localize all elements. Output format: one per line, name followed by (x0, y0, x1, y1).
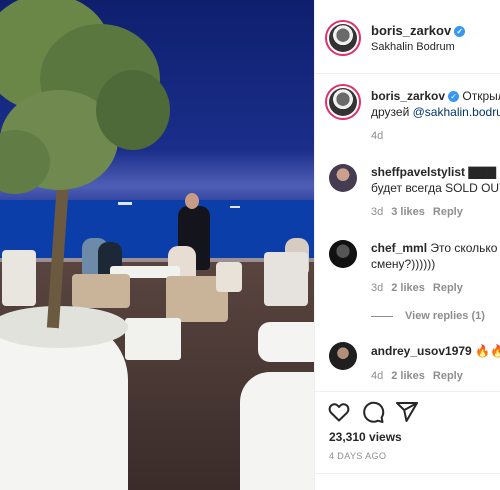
verified-badge-icon: ✓ (448, 91, 460, 103)
boat (230, 206, 240, 208)
post-actions: 23,310 views 4 DAYS AGO (315, 391, 500, 490)
caption: boris_zarkov✓ Открыл (371, 88, 500, 104)
view-replies-button[interactable]: View replies (1) (371, 310, 485, 322)
planter (258, 322, 314, 362)
chair (264, 252, 308, 306)
dining-table (125, 318, 181, 360)
post-date[interactable]: 4 DAYS AGO (329, 451, 386, 461)
comment-likes[interactable]: 2 likes (391, 282, 425, 294)
chair (216, 262, 242, 292)
author-avatar[interactable] (325, 20, 361, 56)
commenter-avatar[interactable] (329, 342, 357, 370)
heart-icon[interactable] (327, 400, 351, 424)
share-icon[interactable] (395, 400, 419, 424)
comment-icon[interactable] (361, 400, 385, 424)
comment-likes[interactable]: 3 likes (391, 206, 425, 218)
comment-time[interactable]: 3d (371, 282, 383, 294)
comment-1: sheffpavelstylist ▇▇▇ (371, 165, 497, 179)
view-count[interactable]: 23,310 views (329, 430, 402, 444)
caption-line-2: друзей @sakhalin.bodrum (371, 104, 500, 120)
comment-meta: 3d 2 likes Reply (371, 282, 463, 294)
comment-likes[interactable]: 2 likes (391, 370, 425, 382)
comment-username[interactable]: andrey_usov1979 (371, 344, 472, 358)
post-photo[interactable] (0, 0, 314, 490)
comment-username[interactable]: sheffpavelstylist (371, 165, 465, 179)
post-sidebar: boris_zarkov ✓ Sakhalin Bodrum boris_zark… (314, 0, 500, 490)
author-username[interactable]: boris_zarkov ✓ (371, 23, 466, 38)
reply-button[interactable]: Reply (433, 206, 463, 218)
comment-username[interactable]: chef_mml (371, 241, 427, 255)
planter (240, 372, 314, 490)
tree-foliage (96, 70, 170, 150)
comment-3: andrey_usov1979 🔥🔥 (371, 344, 500, 358)
reply-button[interactable]: Reply (433, 282, 463, 294)
comment-text: будет всегда SOLD OUT (371, 181, 500, 195)
reply-button[interactable]: Reply (433, 370, 463, 382)
add-comment-bar[interactable] (315, 473, 500, 490)
post-location[interactable]: Sakhalin Bodrum (371, 41, 455, 53)
commenter-avatar[interactable] (329, 240, 357, 268)
chair (2, 250, 36, 306)
sea (0, 200, 314, 260)
caption-mention[interactable]: @sakhalin.bodrum (413, 105, 500, 119)
caption-username[interactable]: boris_zarkov (371, 89, 445, 103)
commenter-avatar[interactable] (329, 164, 357, 192)
caption-text: Открыл (462, 89, 500, 103)
caption-avatar[interactable] (325, 84, 361, 120)
comment-meta: 3d 3 likes Reply (371, 206, 463, 218)
comment-2: chef_mml Это сколько (371, 241, 498, 255)
waiter-head (185, 193, 199, 209)
post-header: boris_zarkov ✓ Sakhalin Bodrum (315, 0, 500, 74)
chair (72, 274, 130, 308)
comment-text: смену?)))))) (371, 257, 436, 271)
comment-time[interactable]: 4d (371, 370, 383, 382)
divider (371, 315, 393, 317)
comment-time[interactable]: 3d (371, 206, 383, 218)
caption-time[interactable]: 4d (371, 130, 383, 142)
verified-badge-icon: ✓ (454, 26, 466, 38)
boat (118, 202, 132, 205)
comment-meta: 4d 2 likes Reply (371, 370, 463, 382)
